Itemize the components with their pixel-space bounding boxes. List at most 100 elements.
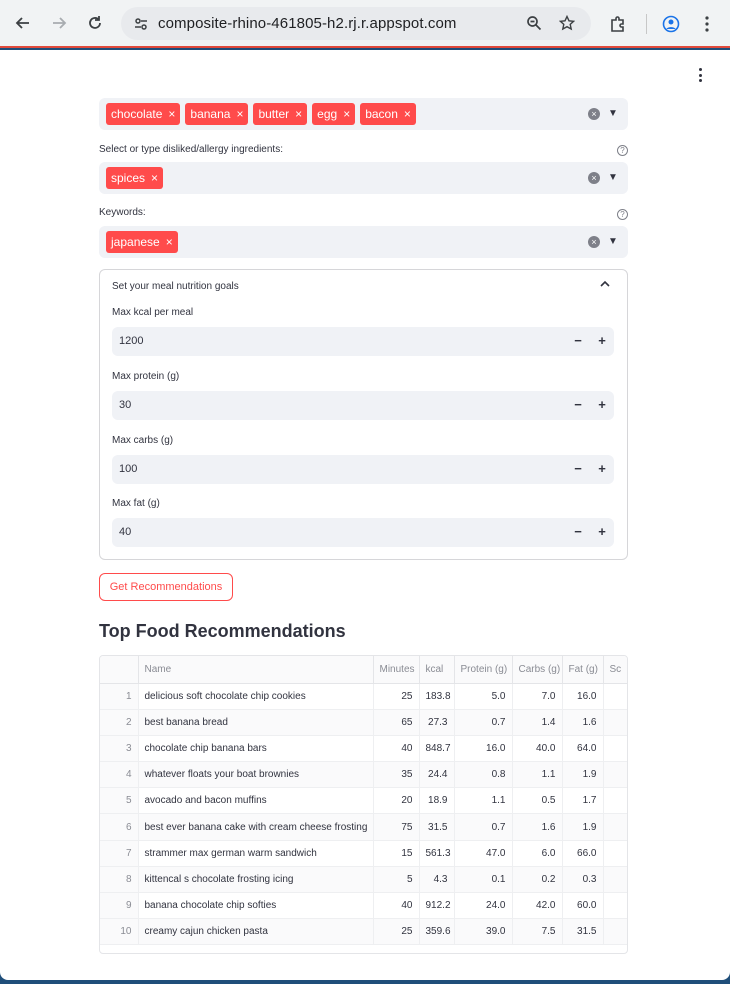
fat-value[interactable]: 40 xyxy=(119,526,131,538)
chevron-down-icon[interactable]: ▼ xyxy=(607,170,619,184)
expander-title[interactable]: Set your meal nutrition goals xyxy=(112,281,239,292)
reload-button[interactable] xyxy=(82,10,108,36)
recipe-name-cell[interactable]: creamy cajun chicken pasta xyxy=(138,918,374,946)
fat-increment-button[interactable]: + xyxy=(596,524,608,540)
star-icon[interactable] xyxy=(559,15,575,31)
value-cell[interactable] xyxy=(603,840,627,867)
value-cell[interactable]: 25 xyxy=(373,918,420,946)
carbs-increment-button[interactable]: + xyxy=(596,461,608,477)
value-cell[interactable]: 24.4 xyxy=(419,761,455,789)
value-cell[interactable]: 912.2 xyxy=(419,892,455,920)
row-index[interactable]: 7 xyxy=(100,840,139,867)
value-cell[interactable]: 1.1 xyxy=(512,761,563,789)
value-cell[interactable]: 20 xyxy=(373,787,420,815)
value-cell[interactable]: 0.2 xyxy=(512,866,563,894)
value-cell[interactable]: 1.9 xyxy=(562,761,604,789)
value-cell[interactable]: 0.5 xyxy=(512,787,563,815)
recipe-name-cell[interactable]: best banana bread xyxy=(138,709,374,736)
col-header-kcal[interactable]: kcal xyxy=(419,656,455,684)
table-row[interactable]: 7 strammer max german warm sandwich 15 561.… xyxy=(100,840,627,867)
value-cell[interactable]: 561.3 xyxy=(419,840,455,867)
carbs-decrement-button[interactable]: − xyxy=(572,461,584,477)
value-cell[interactable]: 359.6 xyxy=(419,918,455,946)
app-menu-icon[interactable] xyxy=(692,66,708,84)
value-cell[interactable]: 1.7 xyxy=(562,787,604,815)
table-row[interactable]: 2 best banana bread 65 27.3 0.7 1.4 1.6 xyxy=(100,709,627,736)
value-cell[interactable]: 75 xyxy=(373,813,420,841)
value-cell[interactable]: 7.0 xyxy=(512,683,563,710)
kcal-value[interactable]: 1200 xyxy=(119,335,143,347)
table-row[interactable]: 5 avocado and bacon muffins 20 18.9 1.1 0.5 1.… xyxy=(100,787,627,815)
value-cell[interactable] xyxy=(603,761,627,789)
value-cell[interactable]: 1.9 xyxy=(562,813,604,841)
table-row[interactable]: 8 kittencal s chocolate frosting icing 5 4.… xyxy=(100,866,627,894)
carbs-input[interactable]: 100 − + xyxy=(112,455,614,484)
table-row[interactable]: 1 delicious soft chocolate chip cookies 25… xyxy=(100,683,627,710)
value-cell[interactable]: 4.3 xyxy=(419,866,455,894)
back-button[interactable] xyxy=(10,10,36,36)
clear-icon[interactable]: × xyxy=(588,236,600,248)
liked-ingredients-select[interactable]: chocolate × banana × butter × egg × bacon × ×… xyxy=(99,98,628,130)
value-cell[interactable]: 16.0 xyxy=(562,683,604,710)
address-bar[interactable]: composite-rhino-461805-h2.rj.r.appspot.c… xyxy=(121,7,591,40)
table-row[interactable]: 4 whatever floats your boat brownies 35 24.… xyxy=(100,761,627,789)
value-cell[interactable]: 40 xyxy=(373,892,420,920)
value-cell[interactable]: 47.0 xyxy=(454,840,513,867)
value-cell[interactable]: 5 xyxy=(373,866,420,894)
value-cell[interactable]: 31.5 xyxy=(562,918,604,946)
row-index[interactable]: 10 xyxy=(100,918,139,946)
remove-chip-icon[interactable]: × xyxy=(404,108,411,120)
value-cell[interactable]: 1.6 xyxy=(512,813,563,841)
value-cell[interactable] xyxy=(603,787,627,815)
protein-decrement-button[interactable]: − xyxy=(572,397,584,413)
remove-chip-icon[interactable]: × xyxy=(295,108,302,120)
profile-icon[interactable] xyxy=(662,15,680,33)
value-cell[interactable]: 1.1 xyxy=(454,787,513,815)
row-index[interactable]: 6 xyxy=(100,813,139,841)
recipe-name-cell[interactable]: avocado and bacon muffins xyxy=(138,787,374,815)
value-cell[interactable]: 7.5 xyxy=(512,918,563,946)
value-cell[interactable]: 40.0 xyxy=(512,735,563,763)
results-table[interactable]: Name Minutes kcal Protein (g) Carbs (g) … xyxy=(99,655,628,954)
row-index[interactable]: 8 xyxy=(100,866,139,894)
remove-chip-icon[interactable]: × xyxy=(343,108,350,120)
value-cell[interactable]: 25 xyxy=(373,683,420,710)
recipe-name-cell[interactable]: chocolate chip banana bars xyxy=(138,735,374,763)
row-index[interactable]: 5 xyxy=(100,787,139,815)
value-cell[interactable]: 65 xyxy=(373,709,420,736)
row-index[interactable]: 4 xyxy=(100,761,139,789)
kcal-decrement-button[interactable]: − xyxy=(572,333,584,349)
get-recommendations-button[interactable]: Get Recommendations xyxy=(99,573,233,601)
col-header-score[interactable]: Sc xyxy=(603,656,627,684)
value-cell[interactable]: 60.0 xyxy=(562,892,604,920)
remove-chip-icon[interactable]: × xyxy=(168,108,175,120)
recipe-name-cell[interactable]: kittencal s chocolate frosting icing xyxy=(138,866,374,894)
browser-menu-icon[interactable] xyxy=(700,15,714,33)
carbs-value[interactable]: 100 xyxy=(119,463,137,475)
value-cell[interactable] xyxy=(603,813,627,841)
row-index[interactable]: 3 xyxy=(100,735,139,763)
value-cell[interactable]: 183.8 xyxy=(419,683,455,710)
value-cell[interactable]: 39.0 xyxy=(454,918,513,946)
value-cell[interactable]: 31.5 xyxy=(419,813,455,841)
value-cell[interactable]: 0.7 xyxy=(454,709,513,736)
recipe-name-cell[interactable]: strammer max german warm sandwich xyxy=(138,840,374,867)
fat-decrement-button[interactable]: − xyxy=(572,524,584,540)
value-cell[interactable]: 0.3 xyxy=(562,866,604,894)
value-cell[interactable] xyxy=(603,735,627,763)
help-icon[interactable]: ? xyxy=(617,209,628,220)
extensions-icon[interactable] xyxy=(609,15,627,33)
value-cell[interactable]: 6.0 xyxy=(512,840,563,867)
chevron-up-icon[interactable] xyxy=(600,279,610,291)
table-row[interactable]: 6 best ever banana cake with cream cheese… xyxy=(100,813,627,841)
col-header-protein[interactable]: Protein (g) xyxy=(454,656,513,684)
clear-icon[interactable]: × xyxy=(588,108,600,120)
value-cell[interactable] xyxy=(603,683,627,710)
value-cell[interactable] xyxy=(603,918,627,946)
value-cell[interactable]: 0.8 xyxy=(454,761,513,789)
recipe-name-cell[interactable]: best ever banana cake with cream cheese … xyxy=(138,813,374,841)
row-index[interactable]: 1 xyxy=(100,683,139,710)
fat-input[interactable]: 40 − + xyxy=(112,518,614,547)
keywords-select[interactable]: japanese × × ▼ xyxy=(99,226,628,258)
col-header-index[interactable] xyxy=(100,656,139,684)
